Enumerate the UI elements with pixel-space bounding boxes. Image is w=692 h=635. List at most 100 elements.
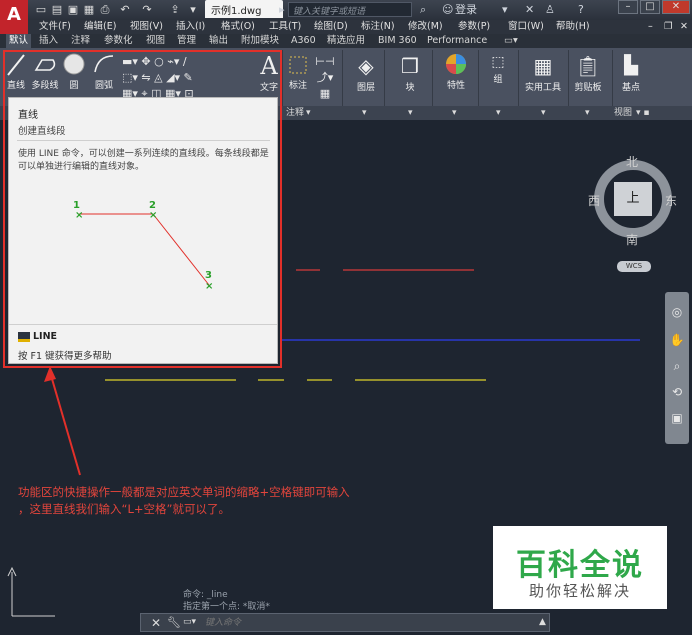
menu-draw[interactable]: 绘图(D) bbox=[314, 20, 348, 34]
tab-arrow-icon[interactable]: ▸ bbox=[279, 2, 285, 17]
viewcube-north[interactable]: 北 bbox=[626, 153, 638, 170]
command-history: 命令: _line 指定第一个点: *取消* bbox=[183, 589, 383, 613]
group-dropdown-icon[interactable]: ▾ bbox=[496, 106, 501, 120]
layer-button[interactable]: ◈ 图层 bbox=[352, 52, 380, 93]
group-icon: ⬚ bbox=[491, 54, 505, 70]
clipboard-button[interactable]: 📋︎ 剪贴板 bbox=[570, 52, 606, 93]
group-button[interactable]: ⬚ 组 bbox=[484, 52, 512, 85]
viewcube-south[interactable]: 南 bbox=[626, 231, 638, 248]
clipboard-button-label: 剪贴板 bbox=[574, 83, 602, 93]
viewcube-top-face[interactable]: 上 bbox=[614, 182, 652, 216]
showmotion-icon[interactable]: ▣ bbox=[669, 410, 685, 426]
new-file-icon[interactable]: ▭ bbox=[34, 3, 48, 17]
undo-icon[interactable]: ↶ bbox=[118, 3, 132, 17]
annotation-text: 功能区的快捷操作一般都是对应英文单词的缩略+空格键即可输入 ，这里直线我们输入“… bbox=[18, 484, 438, 518]
close-icon[interactable]: ✕ bbox=[151, 616, 161, 630]
dimension-icon bbox=[289, 56, 307, 74]
view-panel-title[interactable]: 视图 bbox=[614, 106, 632, 120]
file-tab[interactable]: 示例1.dwg bbox=[205, 0, 283, 18]
command-history-dropdown-icon[interactable]: ▲ bbox=[539, 617, 546, 627]
tab-parametric[interactable]: 参数化 bbox=[104, 34, 133, 48]
command-input[interactable] bbox=[205, 616, 535, 630]
tab-addins[interactable]: 附加模块 bbox=[241, 34, 279, 48]
tab-view[interactable]: 视图 bbox=[146, 34, 165, 48]
menu-window[interactable]: 窗口(W) bbox=[508, 20, 544, 34]
doc-close-icon[interactable]: ✕ bbox=[680, 20, 688, 34]
share-icon[interactable]: ⇪ bbox=[168, 3, 182, 17]
base-point-button[interactable]: ▙ 基点 bbox=[616, 52, 646, 93]
zoom-icon[interactable]: ⌕ bbox=[669, 358, 685, 374]
help-icon[interactable]: ? bbox=[578, 2, 584, 17]
dimension-button[interactable]: 标注 bbox=[286, 52, 310, 91]
wcs-menu-button[interactable]: WCS bbox=[617, 261, 651, 272]
view-dropdown-icon[interactable]: ▾ ▪ bbox=[636, 106, 649, 120]
properties-dropdown-icon[interactable]: ▾ bbox=[452, 106, 457, 120]
annotate-dropdown-icon[interactable]: ▾ bbox=[306, 106, 311, 120]
tab-featured-apps[interactable]: 精选应用 bbox=[327, 34, 365, 48]
menu-dimension[interactable]: 标注(N) bbox=[361, 20, 395, 34]
save-icon[interactable]: ▣ bbox=[66, 3, 80, 17]
tab-a360[interactable]: A360 bbox=[291, 34, 316, 48]
exchange-icon[interactable]: ✕ bbox=[525, 2, 534, 17]
wrench-icon[interactable]: 🔧︎ bbox=[167, 616, 181, 629]
viewcube-east[interactable]: 东 bbox=[665, 192, 677, 209]
layer-dropdown-icon[interactable]: ▾ bbox=[362, 106, 367, 120]
binoculars-icon[interactable]: ⌕ bbox=[420, 2, 426, 17]
login-label[interactable]: 登录 bbox=[455, 2, 477, 17]
print-icon[interactable]: ⎙ bbox=[98, 3, 112, 17]
menu-edit[interactable]: 编辑(E) bbox=[84, 20, 116, 34]
title-bar: ▭ ▤ ▣ ▦ ⎙ ↶ ↷ ⇪ ▾ 示例1.dwg ▸ 键入关键字或短语 ⌕ ☺… bbox=[0, 0, 692, 20]
annotation-line-1: 功能区的快捷操作一般都是对应英文单词的缩略+空格键即可输入 bbox=[18, 485, 350, 499]
ribbon-toggle-icon[interactable]: ▭▾ bbox=[504, 34, 518, 48]
utilities-dropdown-icon[interactable]: ▾ bbox=[541, 106, 546, 120]
clipboard-icon: 📋︎ bbox=[575, 54, 601, 78]
quick-access-dropdown-icon[interactable]: ▾ bbox=[186, 3, 200, 17]
tab-insert[interactable]: 插入 bbox=[39, 34, 58, 48]
close-button[interactable]: ✕ bbox=[662, 0, 690, 14]
tab-annotate[interactable]: 注释 bbox=[71, 34, 90, 48]
menu-help[interactable]: 帮助(H) bbox=[556, 20, 590, 34]
doc-restore-icon[interactable]: ❐ bbox=[664, 20, 673, 34]
menu-file[interactable]: 文件(F) bbox=[39, 20, 71, 34]
menu-parametric[interactable]: 参数(P) bbox=[458, 20, 490, 34]
a360-icon[interactable]: ♙ bbox=[545, 2, 555, 17]
block-icon: ❒ bbox=[401, 54, 419, 78]
properties-button[interactable]: 特性 bbox=[440, 52, 472, 91]
search-input[interactable]: 键入关键字或短语 bbox=[288, 2, 412, 17]
annotation-small-tools[interactable]: ⊢⊣ ⤴▾ ▦ bbox=[314, 54, 336, 102]
utilities-button[interactable]: ▦ 实用工具 bbox=[522, 52, 564, 93]
menu-insert[interactable]: 插入(I) bbox=[176, 20, 205, 34]
steering-wheel-icon[interactable]: ◎ bbox=[669, 304, 685, 320]
menu-format[interactable]: 格式(O) bbox=[221, 20, 255, 34]
menu-bar: 文件(F) 编辑(E) 视图(V) 插入(I) 格式(O) 工具(T) 绘图(D… bbox=[28, 20, 692, 34]
tab-performance[interactable]: Performance bbox=[427, 34, 487, 48]
calculator-icon: ▦ bbox=[533, 54, 553, 78]
viewcube-west[interactable]: 西 bbox=[588, 192, 600, 209]
save-as-icon[interactable]: ▦ bbox=[82, 3, 96, 17]
orbit-icon[interactable]: ⟲ bbox=[669, 384, 685, 400]
block-dropdown-icon[interactable]: ▾ bbox=[408, 106, 413, 120]
annotate-panel-title[interactable]: 注释 bbox=[286, 106, 304, 120]
open-file-icon[interactable]: ▤ bbox=[50, 3, 64, 17]
tab-default[interactable]: 默认 bbox=[6, 34, 32, 48]
utilities-button-label: 实用工具 bbox=[524, 83, 561, 93]
annotation-arrow bbox=[49, 371, 81, 476]
tab-bim360[interactable]: BIM 360 bbox=[378, 34, 417, 48]
watermark-title: 百科全说 bbox=[516, 548, 644, 583]
user-icon[interactable]: ☺ bbox=[442, 2, 453, 17]
block-button[interactable]: ❒ 块 bbox=[394, 52, 426, 93]
menu-tools[interactable]: 工具(T) bbox=[269, 20, 301, 34]
pan-icon[interactable]: ✋ bbox=[669, 332, 685, 348]
maximize-button[interactable]: □ bbox=[640, 0, 660, 14]
doc-minimize-icon[interactable]: – bbox=[648, 20, 653, 34]
menu-view[interactable]: 视图(V) bbox=[130, 20, 163, 34]
minimize-button[interactable]: – bbox=[618, 0, 638, 14]
menu-modify[interactable]: 修改(M) bbox=[408, 20, 443, 34]
autocad-logo[interactable]: A bbox=[0, 0, 28, 34]
tab-manage[interactable]: 管理 bbox=[177, 34, 196, 48]
login-dropdown-icon[interactable]: ▾ bbox=[502, 2, 508, 17]
command-prompt-icon[interactable]: ▭▾ bbox=[183, 617, 196, 627]
clipboard-dropdown-icon[interactable]: ▾ bbox=[585, 106, 590, 120]
redo-icon[interactable]: ↷ bbox=[140, 3, 154, 17]
tab-output[interactable]: 输出 bbox=[209, 34, 228, 48]
